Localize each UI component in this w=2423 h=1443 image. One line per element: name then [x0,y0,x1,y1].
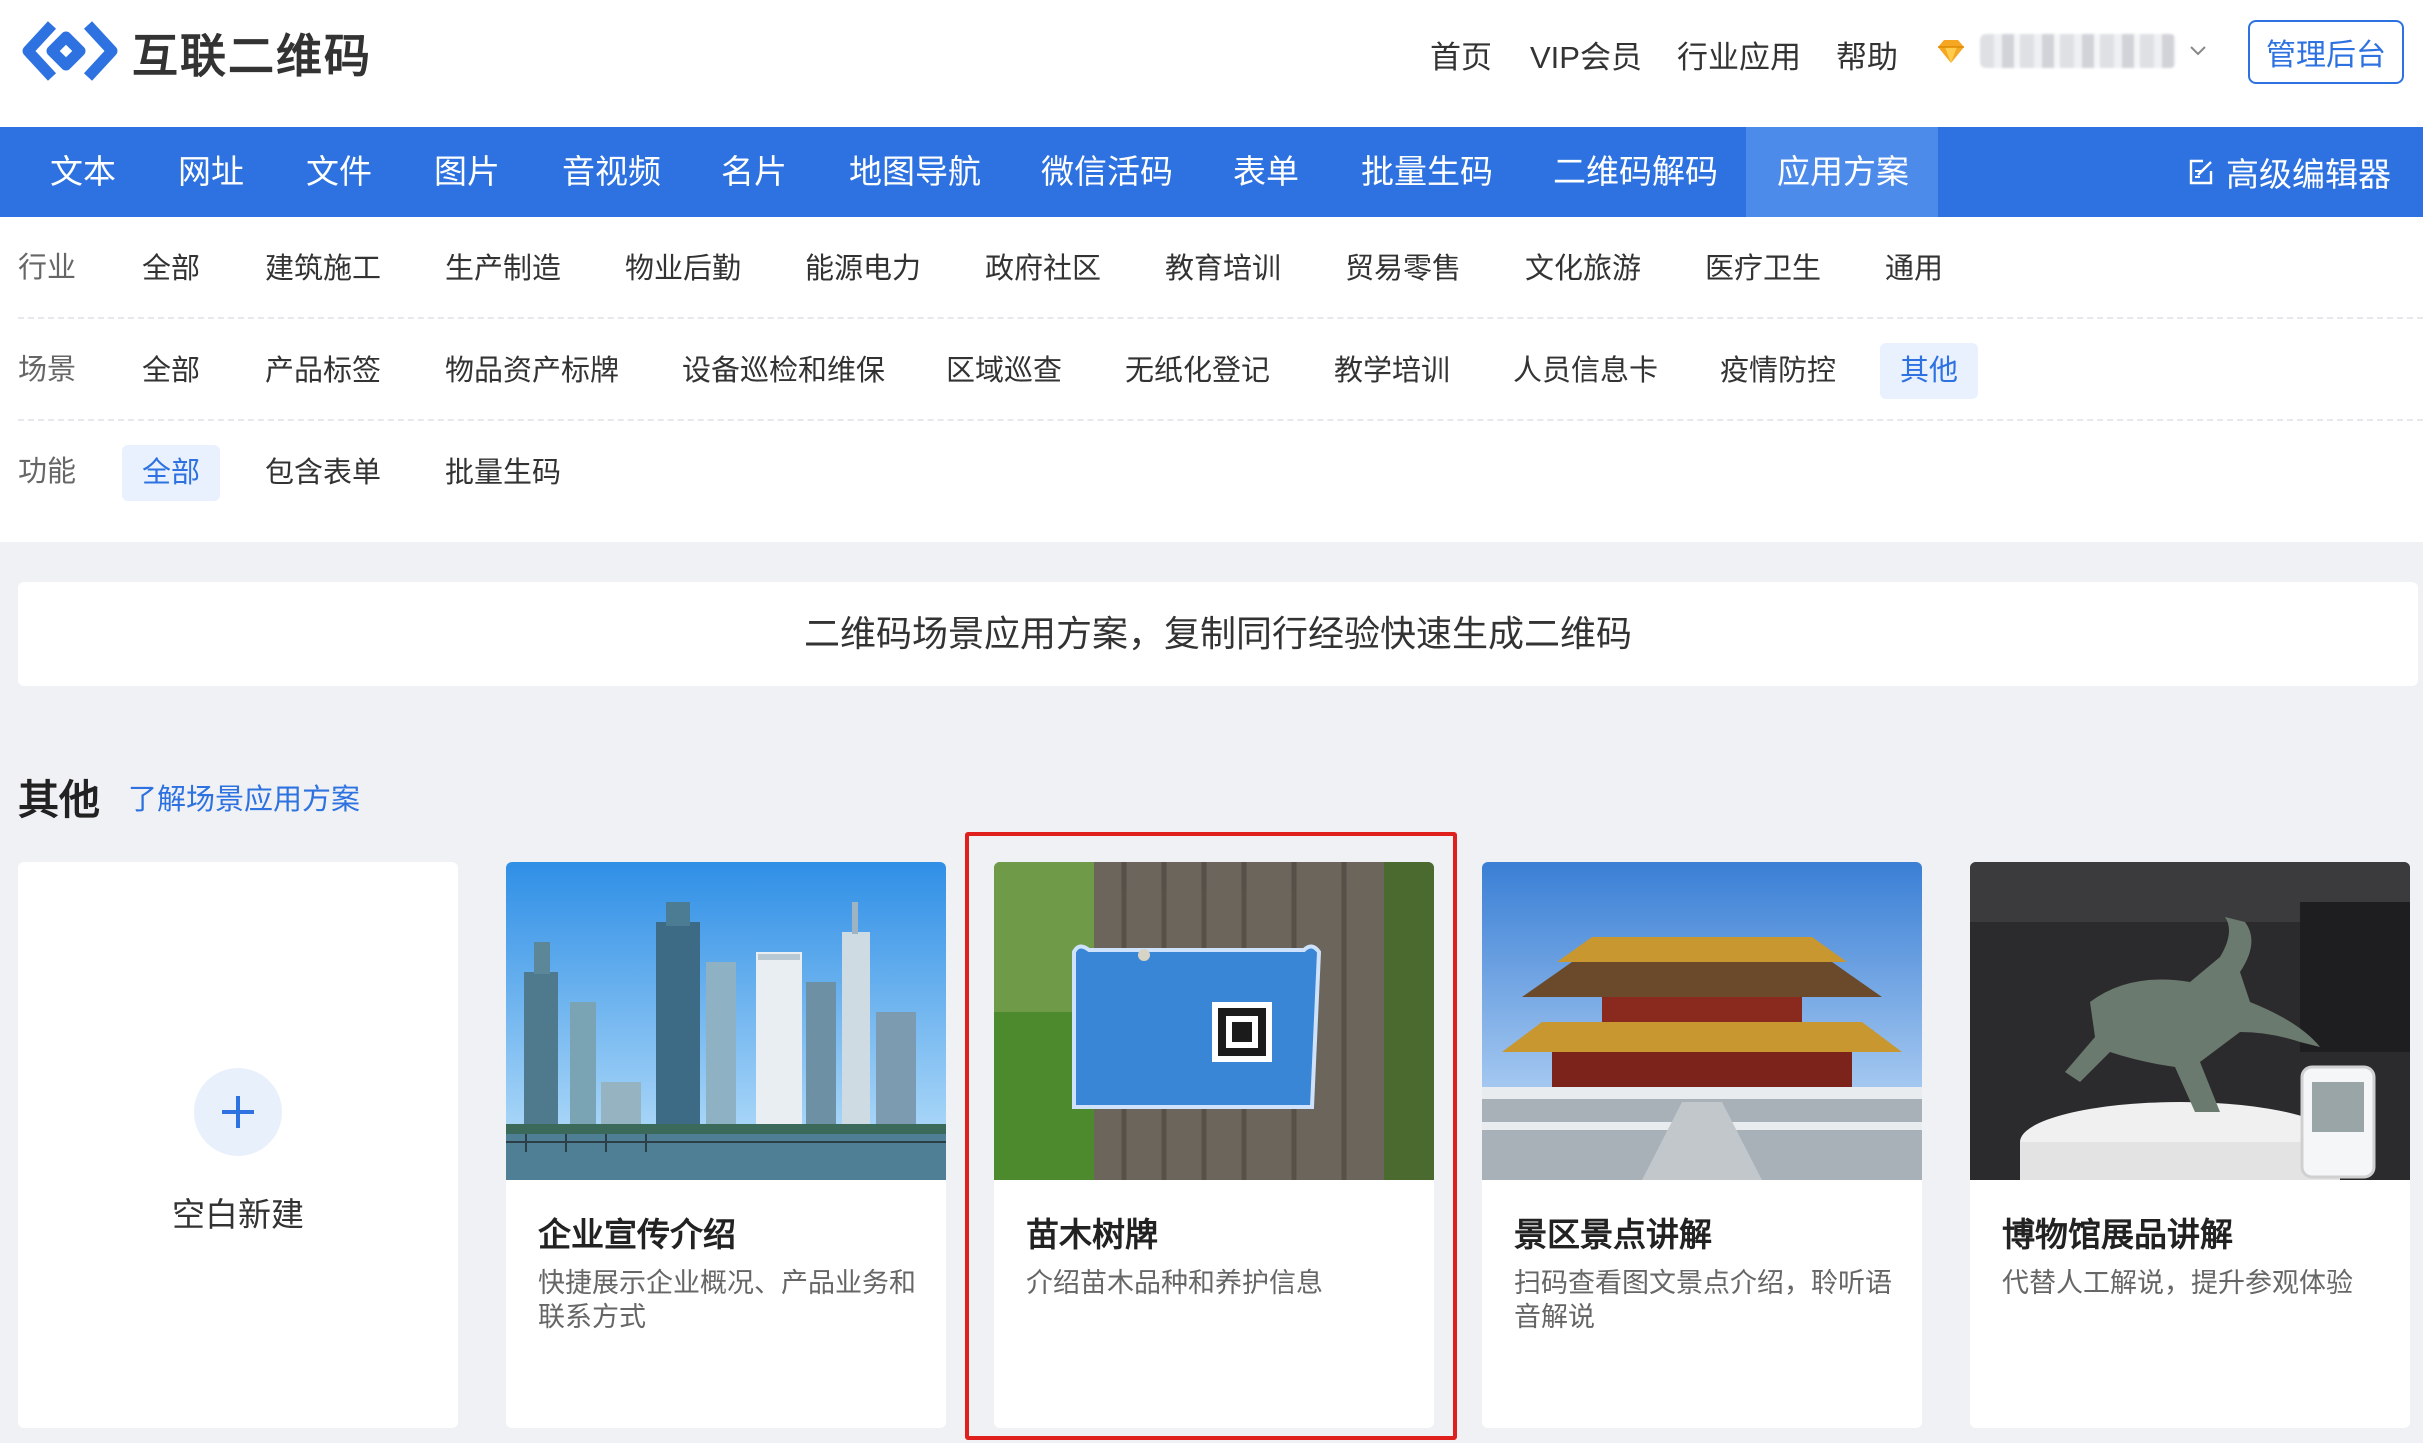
nav-url[interactable]: 网址 [178,127,244,217]
function-option[interactable]: 包含表单 [265,445,381,501]
scene-option[interactable]: 区域巡查 [946,343,1062,399]
edit-icon [2189,159,2213,185]
top-nav-vip[interactable]: VIP会员 [1530,32,1642,77]
scene-option[interactable]: 产品标签 [265,343,381,399]
filter-panel: 行业 全部 建筑施工 生产制造 物业后勤 能源电力 政府社区 教育培训 贸易零售… [0,217,2423,542]
scene-option[interactable]: 教学培训 [1334,343,1450,399]
plus-icon [194,1068,282,1156]
card-title: 空白新建 [172,1196,304,1233]
scene-option[interactable]: 设备巡检和维保 [682,343,885,399]
scene-option[interactable]: 物品资产标牌 [445,343,619,399]
solution-card[interactable]: 景区景点讲解 扫码查看图文景点介绍，聆听语音解说 [1482,862,1922,1428]
brand-logo-icon[interactable] [22,17,118,85]
card-description: 快捷展示企业概况、产品业务和联系方式 [538,1268,916,1332]
section-title: 其他 [18,777,100,823]
selection-highlight-box [965,832,1457,1440]
advanced-editor-label: 高级编辑器 [2226,156,2391,193]
solution-card[interactable]: 企业宣传介绍 快捷展示企业概况、产品业务和联系方式 [506,862,946,1428]
top-nav-home[interactable]: 首页 [1430,32,1492,77]
brand-name[interactable]: 互联二维码 [132,20,372,86]
nav-wechat-live-code[interactable]: 微信活码 [1041,127,1173,217]
nav-form[interactable]: 表单 [1233,127,1299,217]
user-menu[interactable] [1936,34,2208,68]
username-blurred [1980,34,2176,68]
card-description: 代替人工解说，提升参观体验 [2002,1268,2353,1298]
industry-option[interactable]: 建筑施工 [265,241,381,297]
card-title: 景区景点讲解 [1514,1216,1712,1253]
scene-option[interactable]: 疫情防控 [1720,343,1836,399]
filter-row-industry: 行业 全部 建筑施工 生产制造 物业后勤 能源电力 政府社区 教育培训 贸易零售… [0,217,2423,319]
card-title: 博物馆展品讲解 [2002,1216,2233,1253]
industry-option[interactable]: 能源电力 [805,241,921,297]
filter-row-function: 功能 全部 包含表单 批量生码 [0,421,2423,523]
solutions-banner: 二维码场景应用方案，复制同行经验快速生成二维码 [18,582,2418,686]
advanced-editor-link[interactable]: 高级编辑器 [2186,127,2391,217]
palace-image [1482,862,1922,1180]
nav-batch[interactable]: 批量生码 [1361,127,1493,217]
city-skyline-image [506,862,946,1180]
solution-card[interactable]: 博物馆展品讲解 代替人工解说，提升参观体验 [1970,862,2410,1428]
top-header: 互联二维码 首页 VIP会员 行业应用 帮助 管理后台 [0,0,2423,127]
learn-more-link[interactable]: 了解场景应用方案 [128,776,360,818]
admin-console-button[interactable]: 管理后台 [2248,20,2404,84]
top-nav-help[interactable]: 帮助 [1836,32,1898,77]
industry-option[interactable]: 生产制造 [445,241,561,297]
nav-map[interactable]: 地图导航 [849,127,981,217]
nav-audio-video[interactable]: 音视频 [562,127,661,217]
function-option[interactable]: 批量生码 [445,445,561,501]
nav-decode[interactable]: 二维码解码 [1553,127,1718,217]
industry-option[interactable]: 政府社区 [985,241,1101,297]
filter-label-function: 功能 [18,456,77,488]
museum-horse-image [1970,862,2410,1180]
blank-create-card[interactable]: 空白新建 [18,862,458,1428]
scene-option[interactable]: 全部 [142,343,200,399]
filter-label-scene: 场景 [18,354,77,386]
function-option-active[interactable]: 全部 [122,445,221,501]
industry-option[interactable]: 全部 [142,241,200,297]
nav-business-card[interactable]: 名片 [721,127,787,217]
scene-option[interactable]: 人员信息卡 [1513,343,1658,399]
industry-option[interactable]: 物业后勤 [625,241,741,297]
nav-solutions[interactable]: 应用方案 [1777,127,1909,217]
filter-label-industry: 行业 [18,252,77,284]
top-nav-industry[interactable]: 行业应用 [1677,32,1801,77]
diamond-icon [1938,40,1964,63]
industry-option[interactable]: 通用 [1885,241,1943,297]
industry-option[interactable]: 医疗卫生 [1705,241,1821,297]
chevron-down-icon [2190,46,2206,56]
scene-option-active[interactable]: 其他 [1880,343,1979,399]
filter-row-scene: 场景 全部 产品标签 物品资产标牌 设备巡检和维保 区域巡查 无纸化登记 教学培… [0,319,2423,421]
nav-file[interactable]: 文件 [306,127,372,217]
nav-image[interactable]: 图片 [434,127,500,217]
industry-option[interactable]: 文化旅游 [1525,241,1641,297]
main-nav: 文本 网址 文件 图片 音视频 名片 地图导航 微信活码 表单 批量生码 二维码… [0,127,2423,217]
industry-option[interactable]: 教育培训 [1165,241,1281,297]
industry-option[interactable]: 贸易零售 [1345,241,1461,297]
nav-text[interactable]: 文本 [50,127,116,217]
scene-option[interactable]: 无纸化登记 [1125,343,1270,399]
card-title: 企业宣传介绍 [538,1216,736,1253]
card-description: 扫码查看图文景点介绍，聆听语音解说 [1514,1268,1892,1332]
